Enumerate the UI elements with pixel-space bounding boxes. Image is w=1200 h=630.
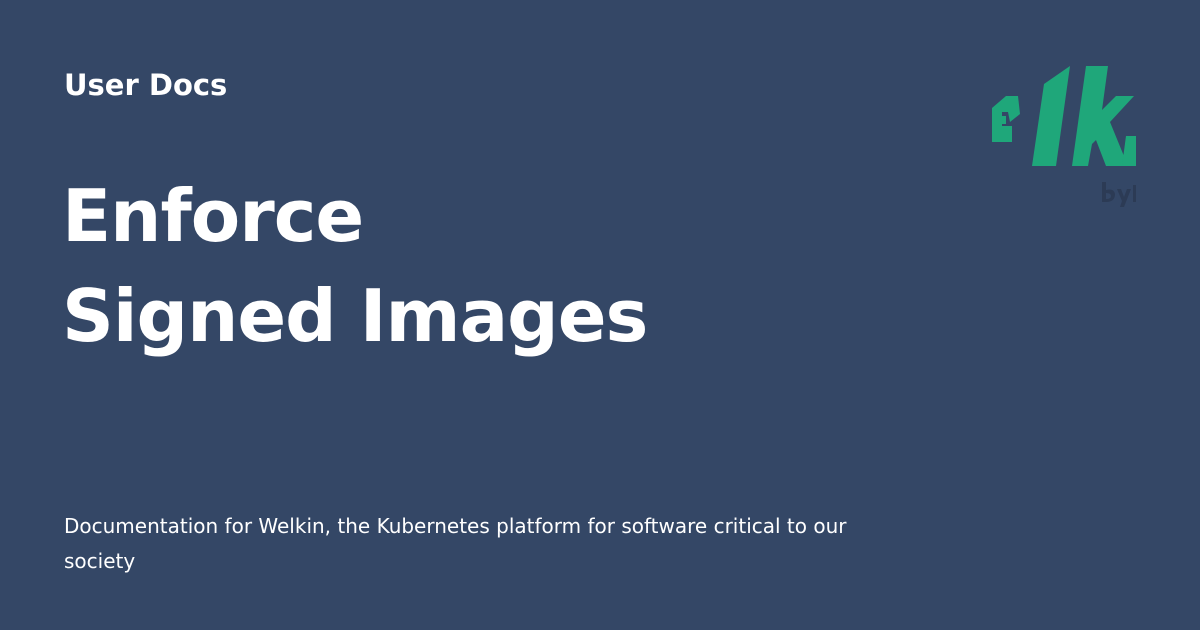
logo-letter-i (1122, 136, 1136, 166)
page-title: Enforce Signed Images (62, 166, 648, 366)
logo-letter-e-bar (992, 116, 1006, 124)
logo-byline-e (1133, 185, 1136, 202)
logo-byline-y (1117, 189, 1131, 207)
section-label: User Docs (64, 68, 228, 102)
welkin-logo-icon (992, 66, 1136, 207)
logo-letter-l (1032, 66, 1070, 166)
logo-byline-b (1102, 182, 1115, 202)
page-title-line-2: Signed Images (62, 274, 648, 358)
page-title-line-1: Enforce (62, 174, 364, 258)
page-description: Documentation for Welkin, the Kubernetes… (64, 514, 847, 573)
welkin-logo (992, 60, 1136, 210)
